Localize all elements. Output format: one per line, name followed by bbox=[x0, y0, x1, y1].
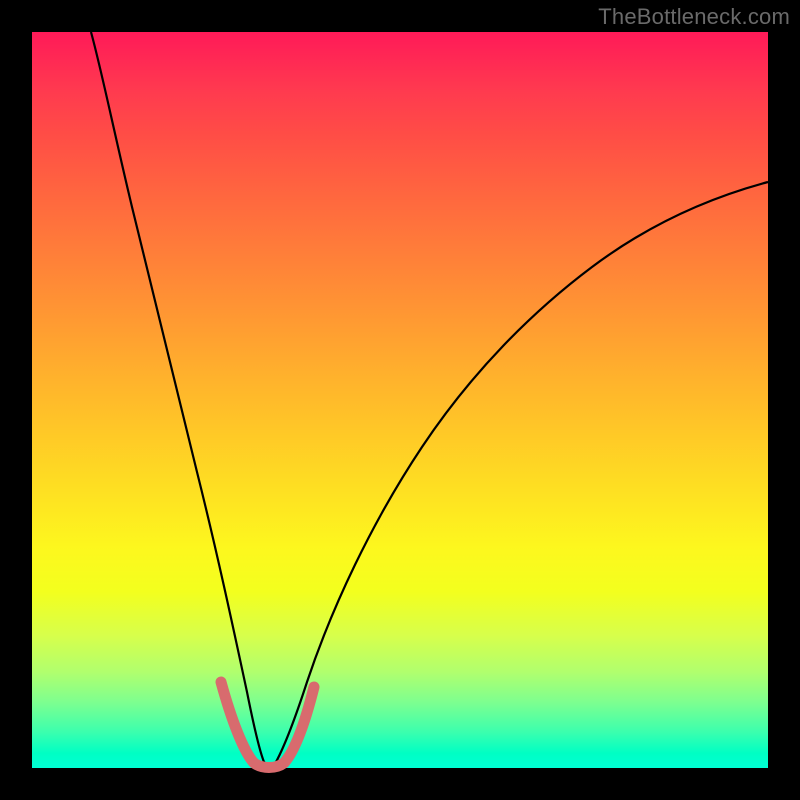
watermark-text: TheBottleneck.com bbox=[598, 4, 790, 30]
curve-svg bbox=[32, 32, 768, 768]
chart-area bbox=[32, 32, 768, 768]
bottleneck-curve bbox=[91, 32, 768, 764]
highlight-segment bbox=[221, 682, 314, 768]
